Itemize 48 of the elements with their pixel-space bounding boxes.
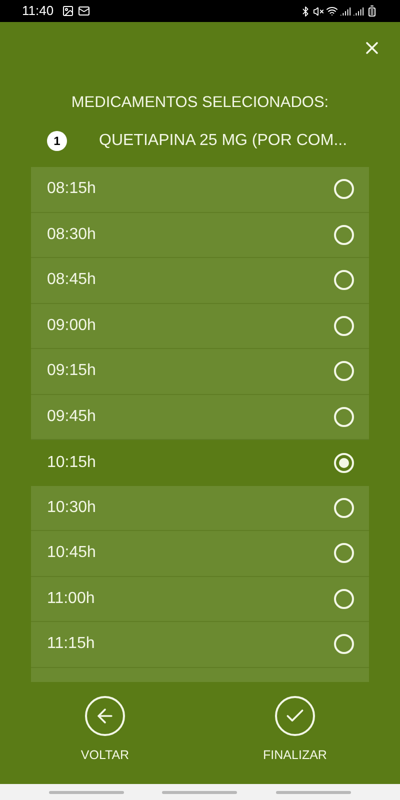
finish-button[interactable]: FINALIZAR: [250, 696, 340, 765]
time-label: 08:45h: [47, 270, 97, 290]
radio-button[interactable]: [334, 316, 354, 336]
status-time: 11:40: [22, 2, 54, 20]
radio-button[interactable]: [334, 406, 354, 427]
nav-bar-handle[interactable]: [162, 790, 238, 794]
image-icon: [62, 5, 74, 17]
time-label: 11:00h: [47, 588, 96, 609]
radio-button[interactable]: [334, 179, 354, 200]
time-label: 09:00h: [47, 316, 97, 336]
radio-button[interactable]: [334, 634, 354, 654]
time-label: 09:15h: [47, 361, 97, 382]
signal-icon: [340, 6, 351, 16]
time-label: 08:30h: [47, 224, 97, 245]
time-option[interactable]: 11:00h: [31, 576, 369, 622]
time-option[interactable]: 10:30h: [31, 486, 369, 531]
radio-button[interactable]: [334, 224, 354, 245]
radio-button[interactable]: [334, 452, 354, 473]
radio-button[interactable]: [334, 270, 354, 290]
battery-icon: [366, 5, 378, 17]
mail-icon: [78, 5, 90, 17]
medication-name: QUETIAPINA 25 MG (POR COM...: [99, 131, 348, 151]
time-label: 08:15h: [47, 179, 97, 200]
radio-button[interactable]: [334, 588, 354, 609]
time-label: 10:45h: [47, 543, 97, 564]
time-option[interactable]: 09:15h: [31, 349, 369, 394]
time-option[interactable]: 10:45h: [31, 531, 369, 576]
mute-icon: [313, 6, 324, 16]
time-label: 10:30h: [47, 498, 97, 518]
time-option[interactable]: 09:00h: [31, 304, 369, 349]
back-button[interactable]: VOLTAR: [60, 696, 150, 765]
radio-button[interactable]: [334, 361, 354, 382]
bluetooth-icon: [300, 6, 311, 16]
radio-button[interactable]: [334, 498, 354, 518]
nav-bar-handle[interactable]: [276, 790, 351, 794]
section-title: MEDICAMENTOS SELECIONADOS:: [70, 93, 330, 113]
time-option[interactable]: 08:15h: [31, 167, 369, 212]
radio-button[interactable]: [334, 543, 354, 564]
nav-bar-handle[interactable]: [49, 790, 124, 794]
time-option[interactable]: 08:45h: [31, 258, 369, 304]
time-label: 10:15h: [47, 452, 97, 473]
time-option[interactable]: 11:15h: [31, 622, 369, 668]
time-label: 09:45h: [47, 406, 97, 427]
time-label: 11:15h: [47, 634, 96, 654]
number-badge: 1: [47, 131, 67, 151]
time-option[interactable]: 08:30h: [31, 212, 369, 258]
signal-icon: [353, 6, 364, 16]
time-option[interactable]: 10:15h: [31, 440, 369, 486]
